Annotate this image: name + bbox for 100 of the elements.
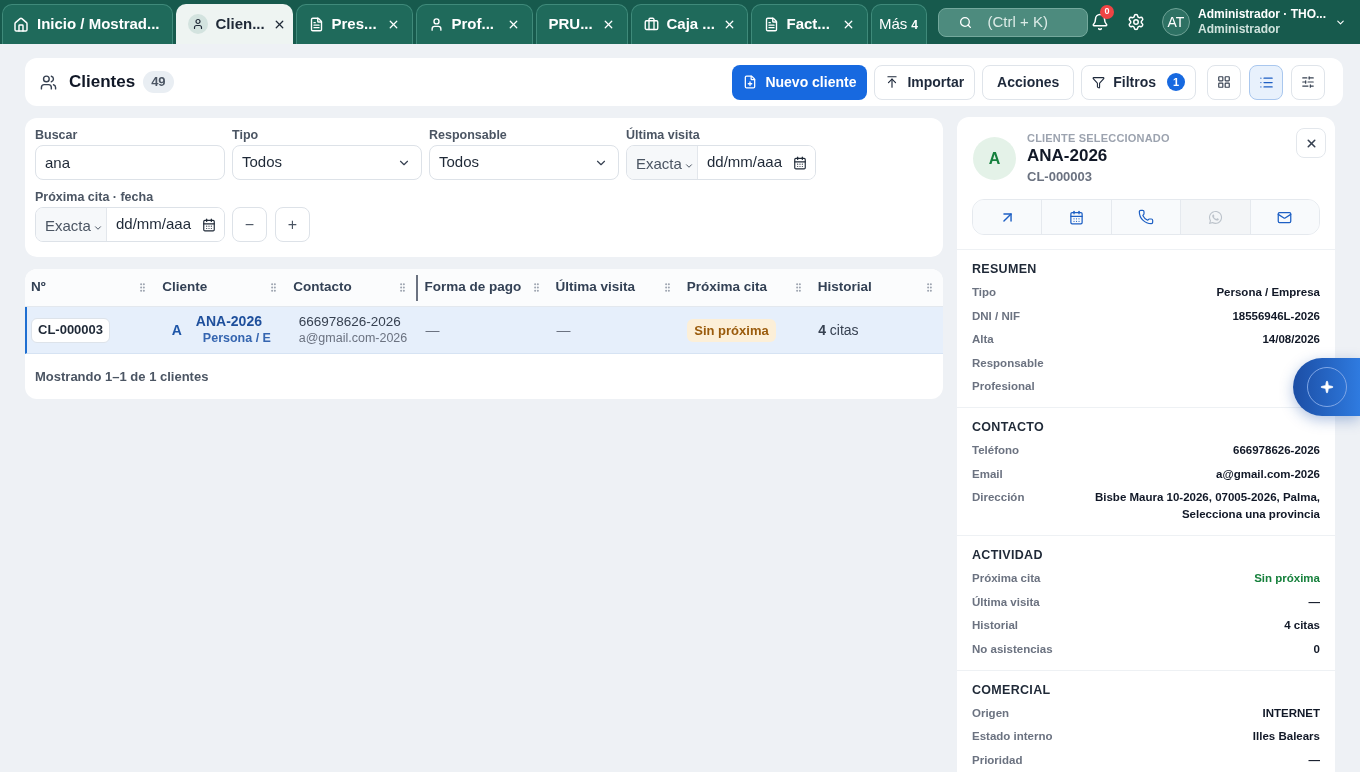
date-input[interactable]: dd/mm/aaa xyxy=(707,151,787,174)
last-visit-text: — xyxy=(556,322,571,338)
tab[interactable]: Pres... xyxy=(295,4,413,44)
column-header[interactable]: Historial xyxy=(811,274,943,301)
next-appointment-badge: Sin próxima xyxy=(687,319,776,343)
field-label: Alta xyxy=(972,332,994,347)
search-input[interactable]: (Ctrl + K) xyxy=(987,10,1083,34)
field-label: Tipo xyxy=(972,285,997,300)
client-initial: A xyxy=(171,320,182,340)
phone-text: 666978626-2026 xyxy=(298,314,402,330)
field-label: Tipo xyxy=(232,127,260,143)
search-icon xyxy=(958,15,972,29)
field-label: Última visita xyxy=(972,594,1040,610)
new-client-button[interactable]: Nuevo cliente xyxy=(732,64,868,100)
calendar-icon[interactable] xyxy=(793,155,807,170)
count-badge: 49 xyxy=(143,71,174,93)
more-tabs-button[interactable]: Más 4 xyxy=(870,4,927,44)
user-avatar[interactable]: AT xyxy=(1162,8,1190,36)
column-header[interactable]: Cliente xyxy=(156,274,288,301)
file-plus-icon xyxy=(743,75,758,89)
email-button[interactable] xyxy=(1249,200,1319,234)
field-label: Buscar xyxy=(35,127,79,143)
client-avatar: A xyxy=(973,137,1016,180)
field-label: Teléfono xyxy=(972,443,1020,458)
tab[interactable]: Prof... xyxy=(415,4,533,44)
dropdown[interactable]: Todos xyxy=(232,145,422,180)
field-value: 666978626-2026 xyxy=(1233,443,1320,458)
sliders-icon xyxy=(1301,75,1315,89)
mode-dropdown[interactable]: Exacta xyxy=(36,208,107,241)
assistant-button[interactable] xyxy=(1293,358,1360,416)
search-field[interactable]: (Ctrl + K) xyxy=(937,7,1088,37)
chevron-down-icon xyxy=(92,223,103,233)
payment-method-text: — xyxy=(425,322,440,338)
close-button[interactable] xyxy=(1296,128,1326,158)
client-code-badge: CL-000003 xyxy=(31,317,111,343)
email-text: a@gmail.com-2026 xyxy=(298,330,409,346)
field-label: Última visita xyxy=(626,127,701,143)
settings-icon[interactable] xyxy=(1127,13,1145,31)
column-header[interactable]: Contacto xyxy=(287,274,419,301)
view-toggle-button[interactable] xyxy=(1249,64,1283,100)
bell-icon[interactable] xyxy=(1091,13,1109,31)
mode-dropdown[interactable]: Exacta xyxy=(627,146,698,179)
field-label: DNI / NIF xyxy=(972,308,1020,324)
field-value: Illes Balears xyxy=(1252,729,1320,744)
filters-button[interactable]: Filtros 1 xyxy=(1081,64,1196,100)
notification-badge: 0 xyxy=(1100,5,1114,19)
list-icon xyxy=(1258,74,1274,90)
calendar-icon[interactable] xyxy=(202,217,216,232)
field-label: Prioridad xyxy=(972,752,1023,768)
filter-icon xyxy=(1092,75,1106,89)
field-value: Persona / Empresa xyxy=(1216,285,1320,300)
field-value: INTERNET xyxy=(1262,705,1320,721)
tab[interactable]: PRU... xyxy=(535,4,628,44)
section-title: RESUMEN xyxy=(972,261,1038,277)
field-label: Estado interno xyxy=(972,729,1053,744)
page-title: Clientes xyxy=(69,71,136,94)
client-name-link[interactable]: ANA-2026 xyxy=(195,313,271,330)
dropdown[interactable]: Todos xyxy=(429,145,619,180)
document-icon xyxy=(763,17,779,32)
column-header[interactable]: Última visita xyxy=(549,274,681,301)
person-icon xyxy=(187,14,208,34)
column-header[interactable]: Forma de pago xyxy=(418,274,550,301)
field-value: Bisbe Maura 10-2026, 07005-2026, Palma, Selecciona una provincia xyxy=(1093,490,1320,522)
field-label: Próxima cita · fecha xyxy=(35,189,155,205)
search-input[interactable]: ana xyxy=(35,145,225,180)
tab-count: 4 xyxy=(911,16,919,34)
section-title: COMERCIAL xyxy=(972,681,1052,698)
user-role: Administrador xyxy=(1198,22,1281,37)
tab[interactable]: Inicio / Mostrad... xyxy=(2,4,173,44)
user-name: Administrador · THO... xyxy=(1198,7,1326,22)
section-title: ACTIVIDAD xyxy=(972,547,1044,563)
field-label: Profesional xyxy=(972,379,1035,394)
filter-count-badge: 1 xyxy=(1167,73,1185,91)
field-label: Dirección xyxy=(972,490,1025,505)
import-button[interactable]: Importar xyxy=(874,64,976,100)
users-icon xyxy=(40,73,57,91)
column-header[interactable]: Nº xyxy=(25,274,157,301)
field-value: a@gmail.com-2026 xyxy=(1216,466,1320,482)
field-label: Origen xyxy=(972,705,1010,721)
actions-button[interactable]: Acciones xyxy=(982,64,1075,100)
section-title: CONTACTO xyxy=(972,419,1046,435)
date-input[interactable]: dd/mm/aaa xyxy=(116,213,196,236)
sparkle-icon xyxy=(1320,380,1334,394)
person-icon xyxy=(428,17,444,32)
field-value: 4 citas xyxy=(1284,618,1320,633)
decrease-button[interactable]: − xyxy=(232,207,267,242)
columns-settings-button[interactable] xyxy=(1291,64,1325,100)
client-type-text: Persona / E xyxy=(202,330,271,347)
view-toggle-button[interactable] xyxy=(1207,64,1241,100)
column-header[interactable]: Próxima cita xyxy=(680,274,812,301)
tab[interactable]: Fact... xyxy=(750,4,868,44)
chevron-down-icon xyxy=(683,161,694,171)
field-value: — xyxy=(1308,752,1320,768)
tab[interactable]: Clien... xyxy=(175,4,293,44)
field-label: Próxima cita xyxy=(972,571,1041,586)
field-label: No asistencias xyxy=(972,641,1053,657)
drag-handle-icon[interactable] xyxy=(924,282,935,293)
tab[interactable]: Caja ... xyxy=(630,4,748,44)
increase-button[interactable]: + xyxy=(275,207,310,242)
status-text: Sin próxima xyxy=(1254,571,1320,586)
